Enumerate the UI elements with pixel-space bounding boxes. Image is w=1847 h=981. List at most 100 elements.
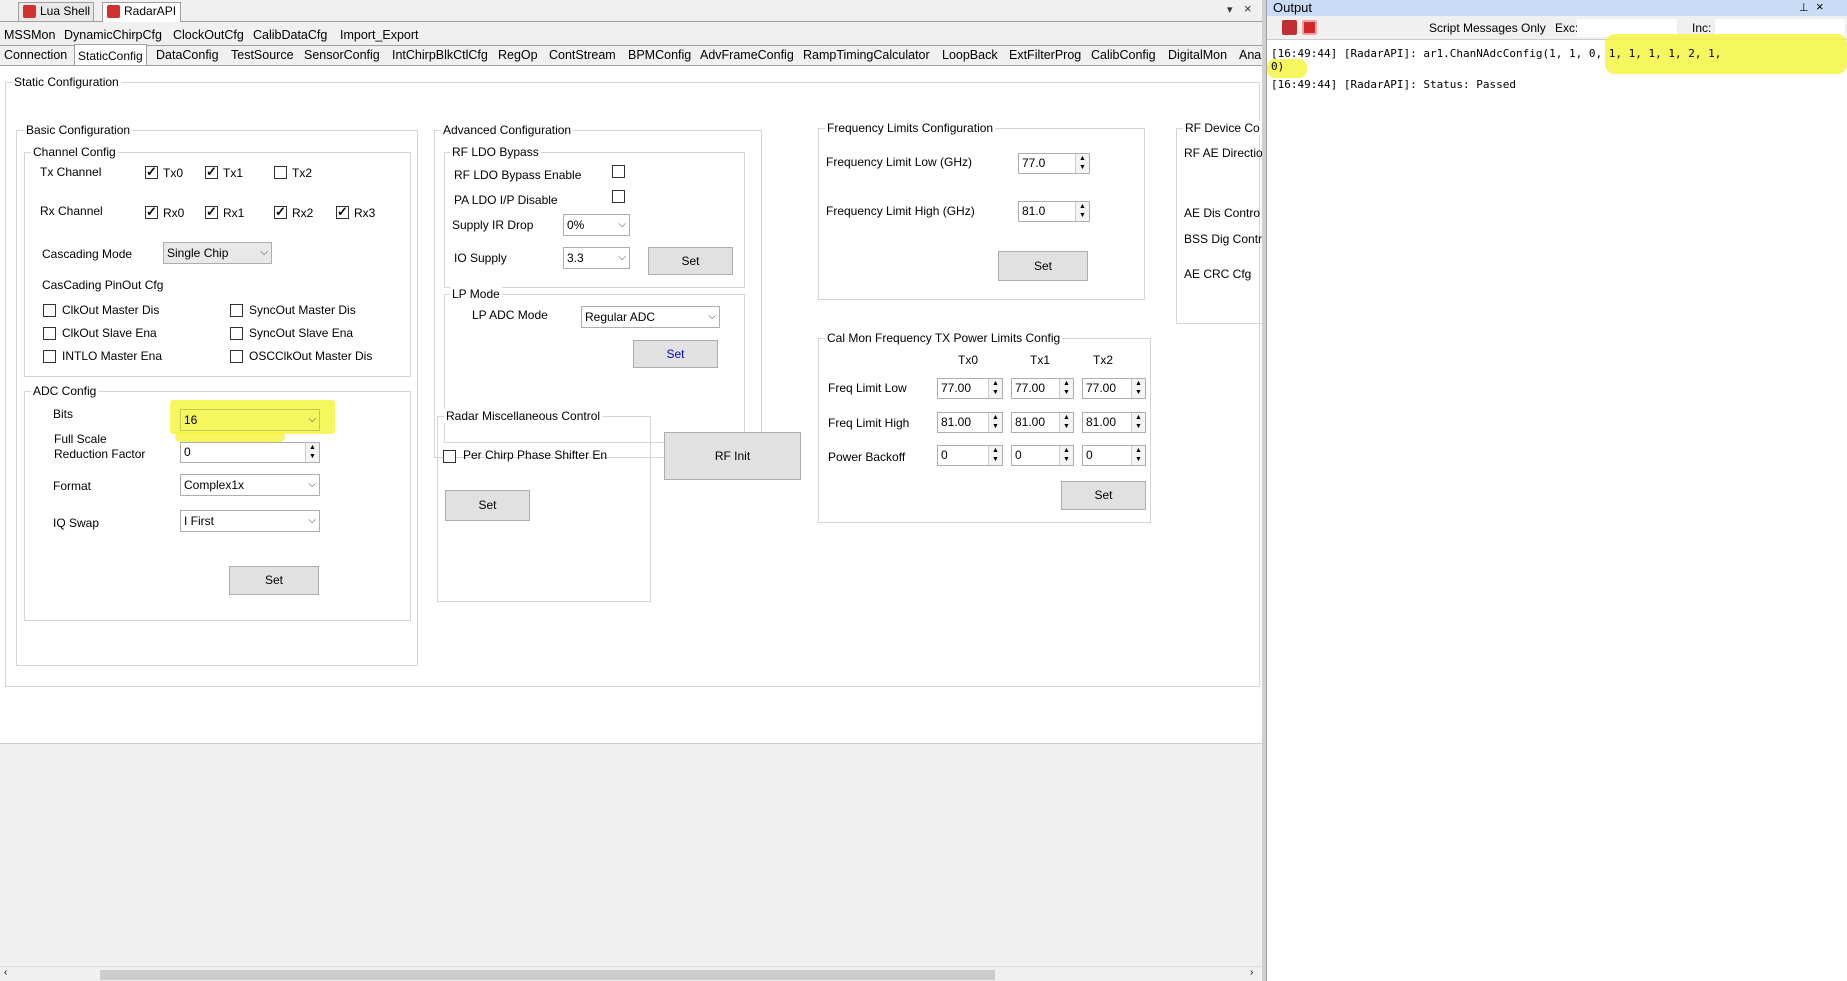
clkout-slave-ena-checkbox[interactable]	[43, 327, 56, 340]
syncout-slave-ena-checkbox[interactable]	[230, 327, 243, 340]
script-messages-only-toggle[interactable]: Script Messages Only	[1429, 21, 1546, 35]
rx1-label: Rx1	[223, 206, 245, 220]
tab-ramptimingcalculator[interactable]: RampTimingCalculator	[800, 46, 933, 65]
phase-shifter-label: Per Chirp Phase Shifter En	[463, 448, 608, 462]
scrollbar-thumb[interactable]	[100, 970, 995, 980]
tab-import-export[interactable]: Import_Export	[337, 26, 422, 45]
tab-bpmconfig[interactable]: BPMConfig	[625, 46, 694, 65]
basic-set-button[interactable]: Set	[229, 566, 319, 595]
freq-limit-low-spinner[interactable]: 77.0 ▲ ▼	[1018, 153, 1090, 174]
calmon-set-button[interactable]: Set	[1061, 481, 1146, 510]
spinner-arrows-icon[interactable]: ▲ ▼	[1075, 154, 1089, 173]
syncout-master-dis-checkbox[interactable]	[230, 304, 243, 317]
spinner-arrows-icon[interactable]: ▲ ▼	[1059, 379, 1073, 398]
rx3-checkbox[interactable]	[336, 204, 349, 220]
oscclkout-master-dis-checkbox[interactable]	[230, 350, 243, 363]
tab-dataconfig[interactable]: DataConfig	[153, 46, 222, 65]
tab-digitalmon[interactable]: DigitalMon	[1165, 46, 1230, 65]
tab-staticconfig[interactable]: StaticConfig	[74, 44, 147, 65]
spinner-arrows-icon[interactable]: ▲ ▼	[1059, 413, 1073, 432]
calmon-freq-high-tx0[interactable]: 81.00 ▲ ▼	[937, 412, 1003, 433]
format-select[interactable]: Complex1x ⌵	[180, 474, 320, 496]
tab-lua-shell[interactable]: Lua Shell	[18, 2, 94, 21]
rf-init-button[interactable]: RF Init	[664, 432, 801, 480]
spinner-arrows-icon[interactable]: ▲ ▼	[1075, 202, 1089, 221]
spinner-arrows-icon[interactable]: ▲ ▼	[1131, 446, 1145, 465]
spinner-arrows-icon[interactable]: ▲ ▼	[988, 379, 1002, 398]
lp-set-button[interactable]: Set	[633, 340, 718, 368]
tx1-checkbox[interactable]	[205, 164, 218, 180]
scroll-left-icon[interactable]: ‹	[4, 967, 7, 978]
calmon-freq-low-tx1[interactable]: 77.00 ▲ ▼	[1011, 378, 1074, 399]
advanced-set-button[interactable]: Set	[648, 247, 733, 275]
pin-icon[interactable]: ⊥	[1799, 0, 1809, 16]
tab-advframeconfig[interactable]: AdvFrameConfig	[697, 46, 797, 65]
tab-mssmon[interactable]: MSSMon	[1, 26, 58, 45]
fsrf-label-line2: Reduction Factor	[54, 447, 146, 461]
rx2-checkbox[interactable]	[274, 204, 287, 220]
tab-contstream[interactable]: ContStream	[546, 46, 619, 65]
rx1-checkbox[interactable]	[205, 204, 218, 220]
dropdown-icon[interactable]: ▾	[1227, 3, 1233, 16]
calmon-freq-low-tx0[interactable]: 77.00 ▲ ▼	[937, 378, 1003, 399]
tx0-label: Tx0	[163, 166, 184, 180]
phase-shifter-checkbox[interactable]	[443, 450, 456, 463]
scroll-right-icon[interactable]: ›	[1250, 967, 1253, 978]
lp-adc-mode-select[interactable]: Regular ADC ⌵	[581, 306, 720, 328]
spinner-arrows-icon[interactable]: ▲ ▼	[988, 446, 1002, 465]
clear-output-icon[interactable]	[1282, 20, 1297, 35]
spinner-arrows-icon[interactable]: ▲ ▼	[1131, 379, 1145, 398]
ae-crc-cfg-label: AE CRC Cfg	[1184, 267, 1252, 281]
supply-ir-drop-select[interactable]: 0% ⌵	[563, 214, 630, 236]
log-line: [16:49:44] [RadarAPI]: Status: Passed	[1271, 78, 1517, 91]
static-config-title: Static Configuration	[12, 75, 121, 89]
tab-testsource[interactable]: TestSource	[228, 46, 297, 65]
tab-calibdatacfg[interactable]: CalibDataCfg	[250, 26, 330, 45]
spinner-arrows-icon[interactable]: ▲ ▼	[988, 413, 1002, 432]
tab-dynamicchirpcfg[interactable]: DynamicChirpCfg	[61, 26, 165, 45]
freq-limit-high-spinner[interactable]: 81.0 ▲ ▼	[1018, 201, 1090, 222]
fsrf-spinner[interactable]: 0 ▲ ▼	[180, 442, 320, 463]
calmon-freq-high-tx2[interactable]: 81.00 ▲ ▼	[1082, 412, 1146, 433]
tab-radarapi[interactable]: RadarAPI	[102, 2, 181, 22]
intlo-master-ena-checkbox[interactable]	[43, 350, 56, 363]
rx-channel-label: Rx Channel	[40, 204, 103, 218]
tab-sensorconfig[interactable]: SensorConfig	[301, 46, 383, 65]
calmon-power-backoff-tx1[interactable]: 0 ▲ ▼	[1011, 445, 1074, 466]
tab-extfilterprog[interactable]: ExtFilterProg	[1006, 46, 1084, 65]
log-line: [16:49:44] [RadarAPI]: ar1.ChanNAdcConfi…	[1271, 47, 1722, 60]
spinner-arrows-icon[interactable]: ▲ ▼	[305, 443, 319, 462]
misc-set-button[interactable]: Set	[445, 490, 530, 521]
syncout-master-dis-label: SyncOut Master Dis	[249, 303, 356, 317]
lua-shell-icon	[23, 5, 36, 18]
rx2-label: Rx2	[292, 206, 314, 220]
tab-regop[interactable]: RegOp	[495, 46, 541, 65]
tx2-checkbox[interactable]	[274, 166, 287, 179]
horizontal-scrollbar[interactable]: ‹ ›	[0, 966, 1262, 981]
spinner-arrows-icon[interactable]: ▲ ▼	[1059, 446, 1073, 465]
rx0-checkbox[interactable]	[145, 204, 158, 220]
bits-select[interactable]: 16 ⌵	[180, 409, 320, 431]
pa-ldo-disable-checkbox[interactable]	[612, 190, 625, 203]
rf-ldo-bypass-enable-checkbox[interactable]	[612, 165, 625, 178]
calmon-freq-low-tx2[interactable]: 77.00 ▲ ▼	[1082, 378, 1146, 399]
cascading-mode-label: Cascading Mode	[42, 247, 133, 261]
close-icon[interactable]: ×	[1244, 1, 1252, 16]
tab-clockoutcfg[interactable]: ClockOutCfg	[170, 26, 247, 45]
iq-swap-select[interactable]: I First ⌵	[180, 510, 320, 532]
freq-set-button[interactable]: Set	[998, 251, 1088, 281]
calmon-power-backoff-tx2[interactable]: 0 ▲ ▼	[1082, 445, 1146, 466]
spinner-arrows-icon[interactable]: ▲ ▼	[1131, 413, 1145, 432]
tab-loopback[interactable]: LoopBack	[939, 46, 1001, 65]
cascading-mode-select[interactable]: Single Chip ⌵	[163, 242, 272, 264]
tab-calibconfig[interactable]: CalibConfig	[1088, 46, 1159, 65]
stop-icon[interactable]	[1302, 20, 1317, 35]
io-supply-select[interactable]: 3.3 ⌵	[563, 247, 630, 269]
tab-connection[interactable]: Connection	[1, 46, 70, 65]
clkout-master-dis-checkbox[interactable]	[43, 304, 56, 317]
output-close-icon[interactable]: ×	[1816, 0, 1824, 15]
tab-intchirpblkctlcfg[interactable]: IntChirpBlkCtlCfg	[389, 46, 491, 65]
tx0-checkbox[interactable]	[145, 164, 158, 180]
calmon-power-backoff-tx0[interactable]: 0 ▲ ▼	[937, 445, 1003, 466]
calmon-freq-high-tx1[interactable]: 81.00 ▲ ▼	[1011, 412, 1074, 433]
